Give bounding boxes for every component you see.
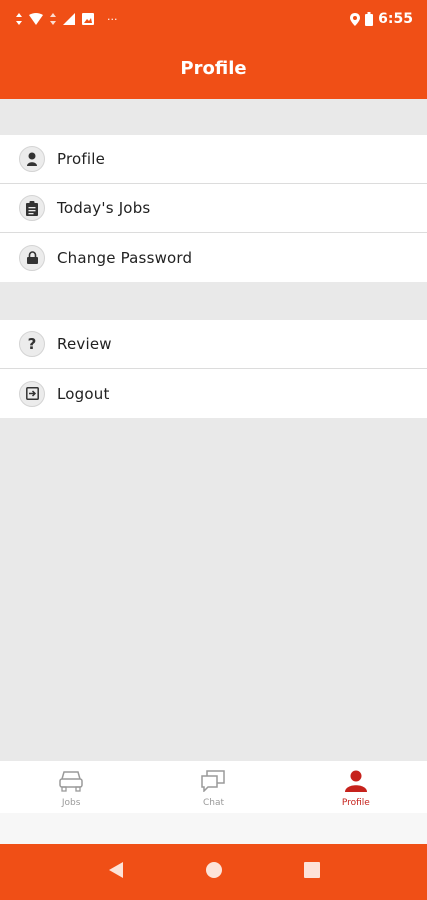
clipboard-icon <box>19 195 45 221</box>
chat-icon <box>200 770 226 796</box>
menu-item-logout[interactable]: Logout <box>0 369 427 418</box>
signal-icon <box>63 13 75 25</box>
menu-item-label: Review <box>57 335 112 353</box>
back-icon[interactable] <box>107 861 125 883</box>
menu-item-review[interactable]: ? Review <box>0 320 427 369</box>
tab-jobs[interactable]: Jobs <box>0 761 142 813</box>
menu-item-label: Change Password <box>57 248 193 267</box>
status-left-icons: ··· <box>16 13 118 26</box>
menu-item-label: Profile <box>57 150 106 168</box>
image-icon <box>82 13 94 25</box>
more-notifications-indicator: ··· <box>107 12 118 26</box>
menu-group-misc: ? Review Logout <box>0 320 427 418</box>
person-icon <box>344 770 368 796</box>
page-title: Profile <box>180 58 247 79</box>
status-right-icons: 6:55 <box>350 11 413 27</box>
menu-item-label: Today's Jobs <box>57 199 151 217</box>
tab-chat[interactable]: Chat <box>142 761 284 813</box>
menu-item-profile[interactable]: Profile <box>0 135 427 184</box>
data-arrows-icon <box>16 13 22 25</box>
lock-icon <box>19 244 45 271</box>
tab-label: Jobs <box>61 798 81 808</box>
app-header: Profile <box>0 38 427 99</box>
battery-icon <box>365 12 374 26</box>
person-icon <box>19 146 45 172</box>
menu-group-account: Profile Today's Jobs Change Password <box>0 135 427 282</box>
menu-item-label: Logout <box>57 384 110 403</box>
location-icon <box>350 12 361 26</box>
bottom-navigation: Jobs Chat Profile <box>0 761 427 813</box>
car-icon <box>58 770 84 796</box>
menu-item-todays-jobs[interactable]: Today's Jobs <box>0 184 427 233</box>
tab-label: Profile <box>341 798 370 808</box>
tab-label: Chat <box>202 798 225 808</box>
wifi-icon <box>29 13 43 25</box>
status-time: 6:55 <box>378 11 413 27</box>
status-bar: ··· 6:55 <box>0 0 427 38</box>
nav-spacer <box>0 813 427 844</box>
recents-icon[interactable] <box>303 861 321 883</box>
menu-item-change-password[interactable]: Change Password <box>0 233 427 282</box>
home-icon[interactable] <box>205 861 223 883</box>
logout-icon <box>19 380 45 407</box>
system-navigation-bar <box>0 844 427 900</box>
tab-profile[interactable]: Profile <box>285 761 427 813</box>
data-arrows-icon <box>50 13 56 25</box>
question-icon: ? <box>19 331 45 357</box>
